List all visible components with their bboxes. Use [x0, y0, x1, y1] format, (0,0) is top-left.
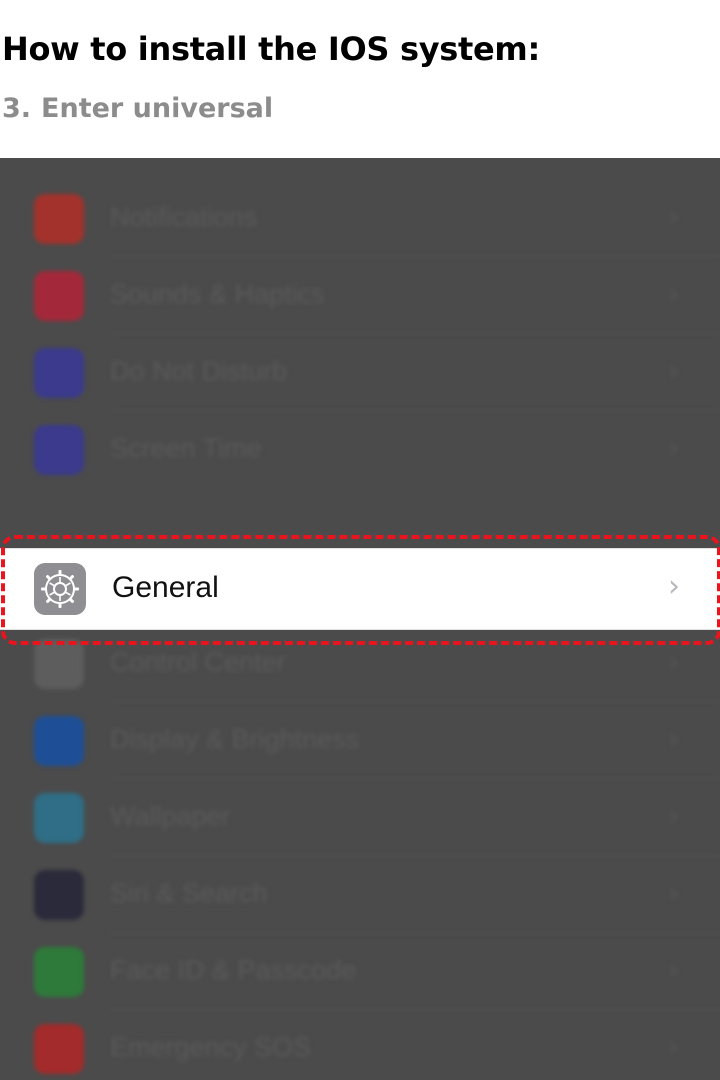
- switches-icon: [34, 639, 84, 689]
- settings-row-display-brightness[interactable]: Display & Brightness ›: [0, 702, 720, 779]
- speaker-icon: [34, 271, 84, 321]
- settings-row-wallpaper[interactable]: Wallpaper ›: [0, 779, 720, 856]
- chevron-right-icon: ›: [668, 569, 680, 604]
- settings-row-face-id-passcode[interactable]: Face ID & Passcode ›: [0, 933, 720, 1010]
- sos-icon: [34, 1024, 84, 1074]
- chevron-right-icon: ›: [668, 1030, 680, 1063]
- settings-row-label: Control Center: [110, 647, 286, 677]
- instruction-header: How to install the IOS system: 3. Enter u…: [0, 0, 720, 158]
- siri-icon: [34, 870, 84, 920]
- settings-row-label: Notifications: [110, 202, 258, 232]
- instruction-title: How to install the IOS system:: [2, 30, 540, 68]
- chevron-right-icon: ›: [668, 953, 680, 986]
- settings-row-label: Display & Brightness: [110, 724, 360, 754]
- chevron-right-icon: ›: [668, 354, 680, 387]
- general-label: General: [112, 571, 219, 604]
- instruction-step: 3. Enter universal: [2, 93, 273, 124]
- notifications-icon: [34, 194, 84, 244]
- settings-row-sounds-haptics[interactable]: Sounds & Haptics ›: [0, 257, 720, 334]
- chevron-right-icon: ›: [668, 277, 680, 310]
- step-text: Enter universal: [41, 93, 274, 124]
- face-id-icon: [34, 947, 84, 997]
- settings-row-label: Wallpaper: [110, 801, 231, 831]
- settings-row-notifications[interactable]: Notifications ›: [0, 180, 720, 257]
- chevron-right-icon: ›: [668, 200, 680, 233]
- settings-row-label: Face ID & Passcode: [110, 955, 357, 985]
- chevron-right-icon: ›: [668, 876, 680, 909]
- moon-icon: [34, 348, 84, 398]
- chevron-right-icon: ›: [668, 431, 680, 464]
- chevron-right-icon: ›: [668, 645, 680, 678]
- settings-row-label: Screen Time: [110, 433, 262, 463]
- chevron-right-icon: ›: [668, 722, 680, 755]
- settings-row-general[interactable]: General ›: [0, 548, 720, 630]
- text-size-icon: [34, 716, 84, 766]
- settings-row-do-not-disturb[interactable]: Do Not Disturb ›: [0, 334, 720, 411]
- settings-row-emergency-sos[interactable]: Emergency SOS ›: [0, 1010, 720, 1080]
- settings-row-label: Siri & Search: [110, 878, 268, 908]
- step-number: 3.: [2, 93, 32, 124]
- settings-row-label: Do Not Disturb: [110, 356, 288, 386]
- settings-row-screen-time[interactable]: Screen Time ›: [0, 411, 720, 488]
- settings-row-label: Emergency SOS: [110, 1032, 312, 1062]
- hourglass-icon: [34, 425, 84, 475]
- gear-icon: [34, 563, 86, 615]
- chevron-right-icon: ›: [668, 799, 680, 832]
- flower-icon: [34, 793, 84, 843]
- settings-row-control-center[interactable]: Control Center ›: [0, 625, 720, 702]
- settings-row-siri-search[interactable]: Siri & Search ›: [0, 856, 720, 933]
- settings-row-label: Sounds & Haptics: [110, 279, 325, 309]
